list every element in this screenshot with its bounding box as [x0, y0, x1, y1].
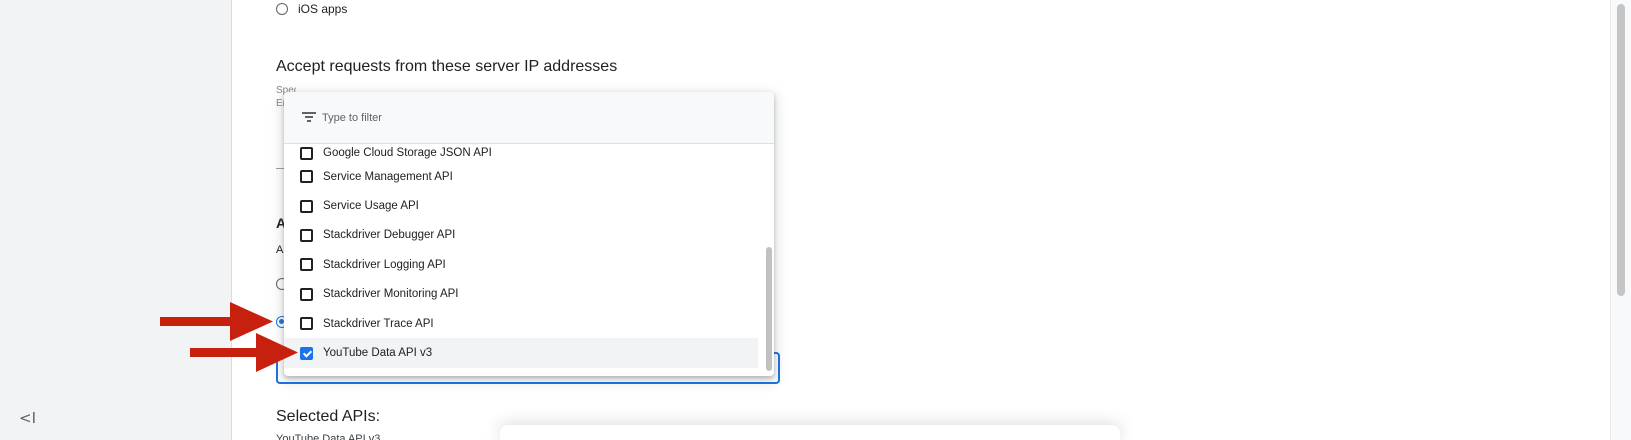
api-option-stackdriver-debugger[interactable]: Stackdriver Debugger API [284, 221, 758, 250]
checkbox-icon[interactable] [300, 199, 313, 213]
dropdown-scrollbar-thumb[interactable] [766, 247, 772, 371]
option-label: Google Cloud Storage JSON API [323, 147, 492, 159]
collapse-nav-icon[interactable]: <I [19, 409, 36, 427]
page-scrollbar-thumb[interactable] [1617, 4, 1625, 296]
option-label: Stackdriver Monitoring API [323, 288, 459, 301]
api-option-google-cloud-storage-json[interactable]: Google Cloud Storage JSON API [284, 144, 758, 162]
api-option-service-usage[interactable]: Service Usage API [284, 191, 758, 220]
selected-api-item: YouTube Data API v3 [276, 433, 381, 440]
selected-apis-heading: Selected APIs: [276, 408, 381, 425]
checkbox-icon[interactable] [300, 170, 313, 184]
checkbox-icon[interactable] [300, 258, 313, 272]
filter-input[interactable] [322, 108, 722, 128]
api-dropdown-panel: Google Cloud Storage JSON API Service Ma… [284, 92, 774, 376]
dropdown-scrollbar[interactable] [763, 144, 774, 376]
ios-apps-label: iOS apps [298, 2, 348, 16]
checkbox-icon[interactable] [300, 317, 313, 331]
ios-apps-radio[interactable] [276, 3, 288, 15]
api-option-service-management[interactable]: Service Management API [284, 162, 758, 191]
ip-addresses-heading: Accept requests from these server IP add… [276, 58, 618, 75]
bottom-toast [500, 425, 1120, 440]
checkbox-icon[interactable] [300, 228, 313, 242]
option-label: YouTube Data API v3 [323, 347, 433, 360]
filter-bar [284, 92, 774, 144]
left-navigation: <I [0, 0, 232, 440]
option-label: Service Management API [323, 170, 453, 183]
page-scrollbar[interactable] [1610, 0, 1631, 440]
api-option-stackdriver-monitoring[interactable]: Stackdriver Monitoring API [284, 280, 758, 309]
api-option-youtube-data-v3[interactable]: YouTube Data API v3 [284, 338, 758, 368]
api-options-list: Google Cloud Storage JSON API Service Ma… [284, 144, 758, 368]
annotation-arrow-icon [190, 333, 298, 372]
api-restrictions-description: A [276, 244, 284, 256]
option-label: Stackdriver Logging API [323, 258, 446, 271]
checkbox-icon[interactable] [300, 287, 313, 301]
api-option-stackdriver-trace[interactable]: Stackdriver Trace API [284, 309, 758, 338]
option-label: Service Usage API [323, 200, 419, 213]
filter-icon [302, 112, 316, 122]
checkbox-icon[interactable] [300, 146, 313, 160]
checkbox-checked-icon[interactable] [300, 346, 313, 360]
option-label: Stackdriver Debugger API [323, 229, 456, 242]
page: <I iOS apps Accept requests from these s… [0, 0, 1631, 440]
api-option-stackdriver-logging[interactable]: Stackdriver Logging API [284, 250, 758, 279]
option-label: Stackdriver Trace API [323, 317, 434, 330]
